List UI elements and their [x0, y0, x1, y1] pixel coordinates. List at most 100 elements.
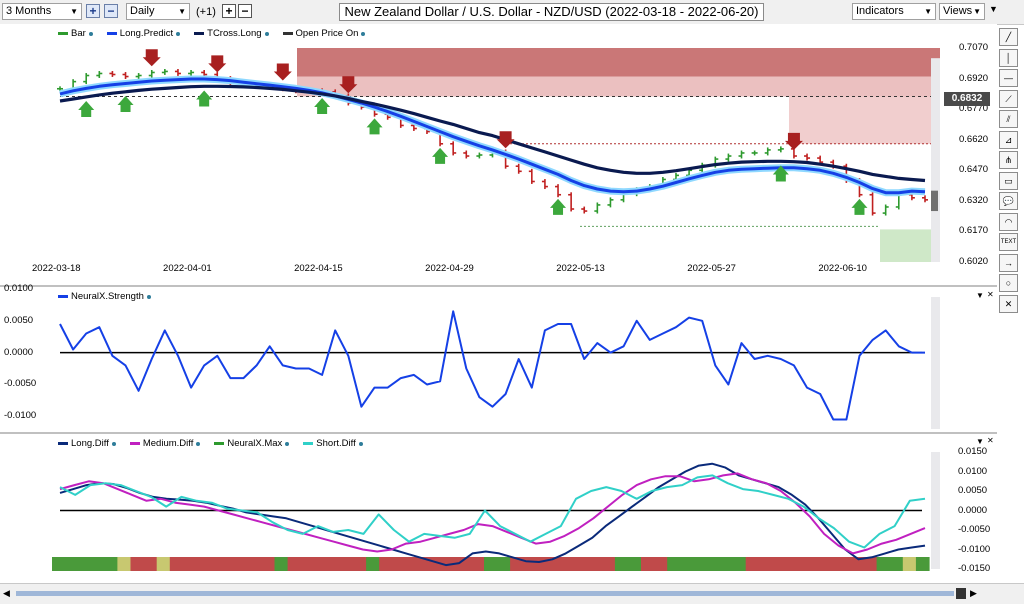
- callout-tool-icon[interactable]: 💬: [999, 192, 1018, 210]
- settings-dot-icon[interactable]: [361, 31, 366, 36]
- legend-label: TCross.Long: [207, 28, 262, 39]
- panel-collapse-icon[interactable]: ▼: [976, 291, 984, 300]
- price-y-tick: 0.6920: [959, 72, 989, 84]
- zoom-out-button[interactable]: −: [104, 4, 118, 18]
- price-y-tick: 0.6620: [959, 133, 989, 145]
- horizontal-line-tool-icon[interactable]: —: [999, 69, 1018, 87]
- settings-dot-icon[interactable]: [285, 441, 290, 446]
- price-panel: [0, 24, 997, 287]
- period-select[interactable]: 3 Months ▼: [2, 3, 82, 20]
- scroll-right-icon[interactable]: ▶: [970, 588, 977, 599]
- neuralx-max-cell: [902, 557, 917, 571]
- panel-close-icon[interactable]: ✕: [987, 436, 994, 445]
- legend-item[interactable]: Medium.Diff: [129, 438, 201, 449]
- legend-item[interactable]: Short.Diff: [303, 438, 363, 449]
- price-y-tick: 0.6470: [959, 164, 989, 176]
- legend-item[interactable]: Long.Predict: [106, 28, 181, 39]
- legend-item[interactable]: Bar: [58, 28, 93, 39]
- arrow-tool-icon[interactable]: →: [999, 253, 1018, 272]
- trend-line-tool-icon[interactable]: ╱: [999, 28, 1018, 46]
- settings-dot-icon[interactable]: [358, 441, 363, 446]
- legend-swatch: [58, 442, 68, 445]
- rectangle-tool-icon[interactable]: ▭: [999, 171, 1018, 190]
- views-button[interactable]: Views ▼: [939, 3, 985, 20]
- neuralx-max-cell: [235, 557, 249, 571]
- channel-tool-icon[interactable]: ⫽: [999, 110, 1018, 128]
- offset-decrease-button[interactable]: −: [238, 4, 252, 18]
- diff-scroll-strip: [931, 452, 940, 569]
- offset-label: (+1): [196, 6, 216, 18]
- settings-dot-icon[interactable]: [146, 294, 151, 299]
- legend-item[interactable]: NeuralX.Max: [214, 438, 290, 449]
- scroll-left-icon[interactable]: ◀: [3, 588, 10, 599]
- strength-scroll-strip: [931, 297, 940, 429]
- legend-item[interactable]: Long.Diff: [58, 438, 116, 449]
- resistance-zone: [297, 48, 940, 77]
- fibonacci-tool-icon[interactable]: ⟋: [999, 89, 1018, 108]
- diff-y-tick: -0.0050: [958, 524, 991, 535]
- neuralx-max-cell: [353, 557, 367, 571]
- legend-swatch: [282, 32, 293, 35]
- medium-diff-line: [59, 472, 926, 555]
- date-x-tick: 2022-03-18: [32, 263, 81, 274]
- settings-dot-icon[interactable]: [196, 441, 201, 446]
- strength-y-tick: 0.0100: [4, 283, 34, 294]
- date-x-tick: 2022-04-01: [163, 263, 212, 274]
- diff-y-tick: 0.0150: [958, 446, 988, 457]
- legend-item[interactable]: NeuralX.Strength: [58, 291, 151, 302]
- offset-increase-button[interactable]: +: [222, 4, 236, 18]
- settings-dot-icon[interactable]: [111, 441, 116, 446]
- settings-dot-icon[interactable]: [176, 31, 181, 36]
- interval-select-value: Daily: [130, 5, 155, 17]
- indicators-label: Indicators: [856, 5, 904, 17]
- current-price-badge: 0.6832: [944, 92, 990, 106]
- gann-tool-icon[interactable]: ⊿: [999, 130, 1018, 149]
- delete-tool-icon[interactable]: ✕: [999, 294, 1018, 313]
- vertical-line-tool-icon[interactable]: │: [999, 48, 1018, 67]
- neuralx-max-cell: [405, 557, 420, 571]
- neuralx-max-cell: [340, 557, 354, 571]
- neuralx-max-cell: [706, 557, 721, 571]
- neuralx-max-cell: [601, 557, 616, 571]
- text-tool-icon[interactable]: TEXT: [999, 233, 1018, 251]
- legend-label: NeuralX.Max: [227, 438, 283, 449]
- indicators-button[interactable]: Indicators ▼: [852, 3, 936, 20]
- chart-title: New Zealand Dollar / U.S. Dollar - NZD/U…: [339, 3, 764, 21]
- zoom-in-button[interactable]: +: [86, 4, 100, 18]
- strength-legend: NeuralX.Strength: [58, 291, 165, 302]
- pitchfork-tool-icon[interactable]: ⋔: [999, 151, 1018, 169]
- diff-y-tick: -0.0150: [958, 563, 991, 574]
- scrollbar-track[interactable]: [16, 591, 954, 596]
- period-select-value: 3 Months: [6, 5, 52, 17]
- arc-tool-icon[interactable]: ◠: [999, 212, 1018, 231]
- toolbar-collapse-icon[interactable]: ▼: [989, 4, 998, 14]
- legend-item[interactable]: TCross.Long: [194, 28, 269, 39]
- neuralx-max-cell: [745, 557, 760, 571]
- neuralx-max-cell: [497, 557, 511, 571]
- neuralx-max-cell: [523, 557, 537, 571]
- neuralx-max-cell: [876, 557, 891, 571]
- neuralx-max-cell: [680, 557, 694, 571]
- chevron-down-icon: ▼: [178, 7, 186, 16]
- neuralx-max-cell: [274, 557, 289, 571]
- ellipse-tool-icon[interactable]: ○: [999, 274, 1018, 292]
- neuralx-max-cell: [627, 557, 642, 571]
- price-y-tick: 0.6320: [959, 194, 989, 206]
- panel-collapse-icon[interactable]: ▼: [976, 437, 984, 446]
- chevron-down-icon: ▼: [973, 7, 981, 16]
- short-diff-line: [59, 474, 926, 549]
- chart-area[interactable]: [0, 24, 997, 584]
- horizontal-scrollbar[interactable]: ◀ ▶: [0, 583, 1024, 604]
- neuralx-max-cell: [78, 557, 92, 571]
- interval-select[interactable]: Daily ▼: [126, 3, 190, 20]
- legend-label: Short.Diff: [316, 438, 356, 449]
- diff-y-tick: -0.0100: [958, 543, 991, 555]
- settings-dot-icon[interactable]: [264, 31, 269, 36]
- legend-label: Long.Diff: [71, 438, 109, 449]
- scrollbar-thumb[interactable]: [956, 588, 966, 599]
- settings-dot-icon[interactable]: [88, 31, 93, 36]
- date-x-tick: 2022-04-15: [294, 263, 343, 274]
- panel-close-icon[interactable]: ✕: [987, 290, 994, 299]
- views-label: Views: [943, 5, 973, 17]
- legend-item[interactable]: Open Price On: [282, 28, 366, 39]
